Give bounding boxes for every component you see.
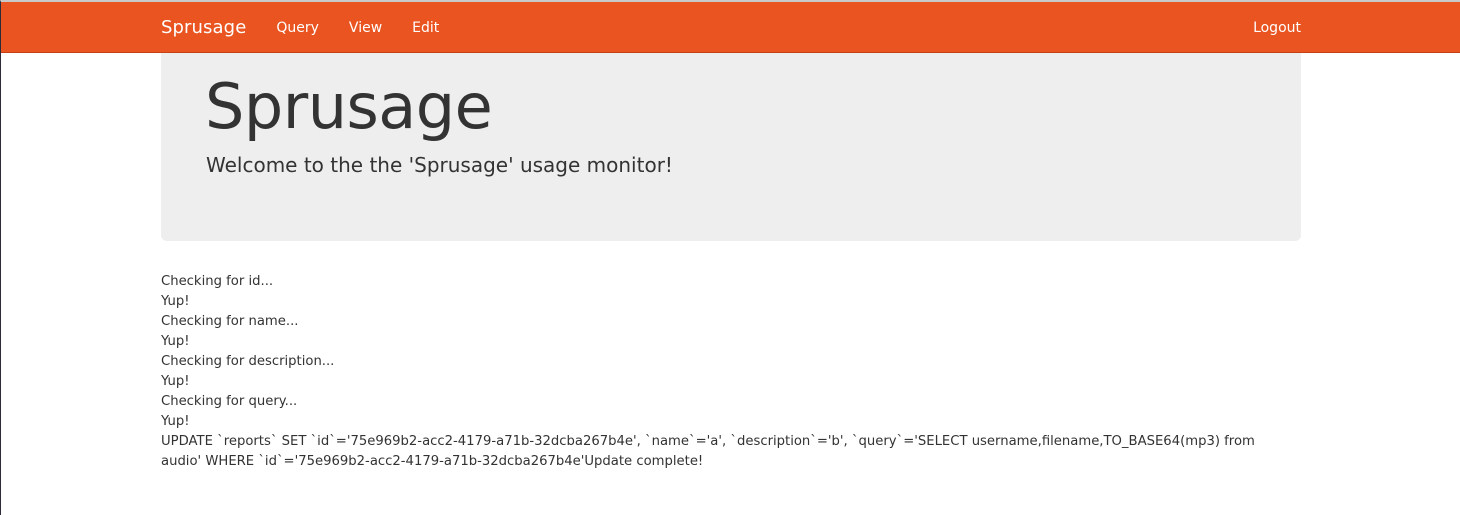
output-line: Checking for id... xyxy=(161,274,274,289)
nav-link-view[interactable]: View xyxy=(349,20,382,36)
output-line: Checking for name... xyxy=(161,314,299,329)
output-line: Yup! xyxy=(161,374,190,389)
welcome-message: Welcome to the the 'Sprusage' usage moni… xyxy=(206,153,673,177)
jumbotron: Sprusage Welcome to the the 'Sprusage' u… xyxy=(161,53,1301,241)
output-line: Yup! xyxy=(161,334,190,349)
nav-link-query[interactable]: Query xyxy=(276,20,319,36)
output-line: Yup! xyxy=(161,294,190,309)
logout-link[interactable]: Logout xyxy=(1253,20,1301,36)
nav-link-edit[interactable]: Edit xyxy=(412,20,439,36)
navbar-inner: Sprusage Query View Edit Logout xyxy=(161,2,1301,53)
navbar-brand[interactable]: Sprusage xyxy=(161,17,246,38)
navbar: Sprusage Query View Edit Logout xyxy=(1,2,1460,53)
update-statement: UPDATE `reports` SET `id`='75e969b2-acc2… xyxy=(161,434,1255,469)
update-output: Checking for id... Yup! Checking for nam… xyxy=(161,272,1271,472)
output-line: Checking for description... xyxy=(161,354,335,369)
output-line: Yup! xyxy=(161,414,190,429)
output-line: Checking for query... xyxy=(161,394,298,409)
page-title: Sprusage xyxy=(205,70,493,143)
